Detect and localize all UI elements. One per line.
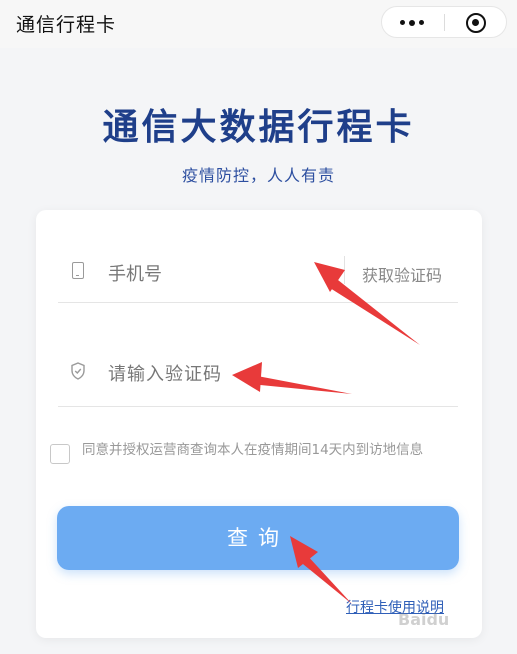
close-icon[interactable] bbox=[466, 13, 486, 33]
capsule-divider bbox=[444, 14, 445, 31]
page-subtitle: 疫情防控，人人有责 bbox=[181, 166, 335, 185]
phone-underline bbox=[58, 302, 458, 303]
nav-title: 通信行程卡 bbox=[16, 14, 117, 36]
code-underline bbox=[58, 406, 458, 407]
get-code-button[interactable]: 获取验证码 bbox=[362, 262, 442, 286]
mini-program-capsule bbox=[381, 6, 507, 38]
agreement-text: 同意并授权运营商查询本人在疫情期间14天内到访地信息 bbox=[82, 442, 424, 458]
shield-icon bbox=[71, 362, 85, 380]
more-icon[interactable] bbox=[400, 19, 426, 26]
phone-input[interactable]: 手机号 bbox=[108, 260, 162, 286]
verification-code-input[interactable]: 请输入验证码 bbox=[108, 360, 222, 386]
field-divider bbox=[344, 256, 345, 284]
nav-bar: 通信行程卡 bbox=[0, 0, 517, 48]
login-card: 手机号 获取验证码 请输入验证码 同意并授权运营商查询本人在疫情期间14天内到访… bbox=[36, 210, 482, 638]
agreement-checkbox[interactable] bbox=[50, 444, 70, 464]
query-button[interactable]: 查询 bbox=[57, 506, 459, 570]
watermark: Baidu bbox=[398, 610, 450, 629]
phone-icon bbox=[72, 262, 84, 279]
page-title: 通信大数据行程卡 bbox=[102, 107, 415, 148]
